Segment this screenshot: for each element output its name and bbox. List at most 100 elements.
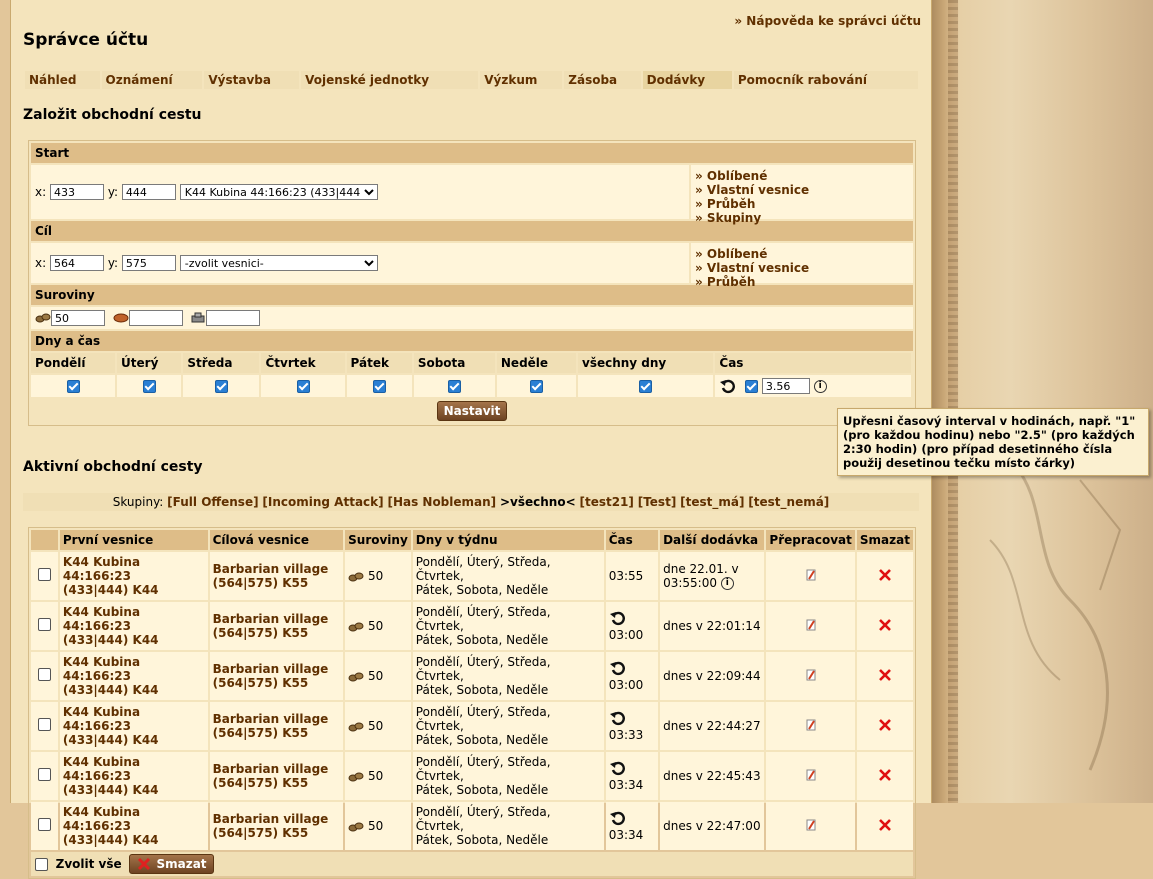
- edit-button[interactable]: [766, 802, 855, 850]
- start-village-select[interactable]: K44 Kubina 44:166:23 (433|444) K44: [179, 184, 378, 200]
- delete-icon: [879, 768, 891, 781]
- day-checkbox-0[interactable]: [66, 379, 80, 393]
- delete-button[interactable]: [856, 752, 913, 800]
- help-link[interactable]: » Nápověda ke správci účtu: [734, 14, 921, 28]
- edit-button[interactable]: [766, 552, 855, 600]
- clay-input[interactable]: [128, 310, 183, 326]
- column-header-0: První vesnice: [59, 530, 208, 550]
- edit-button[interactable]: [766, 702, 855, 750]
- interval-input[interactable]: [761, 378, 810, 394]
- info-icon[interactable]: i: [720, 577, 734, 590]
- to-village-link[interactable]: Barbarian village (564|575) K55: [209, 652, 344, 700]
- start-y-input[interactable]: [121, 184, 176, 200]
- target-village-select[interactable]: -zvolit vesnici-: [179, 255, 378, 271]
- row-checkbox[interactable]: [37, 618, 51, 631]
- row-checkbox[interactable]: [37, 818, 51, 831]
- table-row: K44 Kubina 44:166:23 (433|444) K44 Barbari…: [31, 652, 913, 700]
- target-link-0[interactable]: » Oblíbené: [695, 247, 909, 261]
- from-village-link[interactable]: K44 Kubina 44:166:23 (433|444) K44: [59, 802, 208, 850]
- delete-button[interactable]: [856, 552, 913, 600]
- iron-input[interactable]: [206, 310, 261, 326]
- delete-button[interactable]: [856, 802, 913, 850]
- group-item-6[interactable]: [test_má]: [680, 495, 744, 509]
- delete-button[interactable]: [856, 702, 913, 750]
- time-cell: 03:00: [605, 602, 659, 650]
- target-x-input[interactable]: [49, 255, 104, 271]
- select-all-checkbox[interactable]: [35, 857, 48, 871]
- group-item-2[interactable]: [Has Nobleman]: [387, 495, 496, 509]
- edit-button[interactable]: [766, 652, 855, 700]
- time-cell: 03:00: [605, 652, 659, 700]
- delete-icon: [879, 718, 891, 731]
- menu-item-3[interactable]: Vojenské jednotky: [301, 71, 479, 89]
- select-all-label: Zvolit vše: [55, 857, 122, 871]
- column-header-6: Přepracovat: [766, 530, 855, 550]
- wood-icon: [348, 622, 364, 631]
- iron-icon: [191, 312, 205, 323]
- days-cell: Pondělí, Úterý, Středa, Čtvrtek, Pátek, S…: [412, 802, 604, 850]
- start-link-1[interactable]: » Vlastní vesnice: [695, 183, 909, 197]
- repeat-icon: [609, 761, 625, 775]
- row-checkbox[interactable]: [37, 568, 51, 581]
- group-item-4[interactable]: [test21]: [579, 495, 633, 509]
- day-checkbox-4[interactable]: [372, 379, 386, 393]
- group-item-5[interactable]: [Test]: [638, 495, 677, 509]
- group-item-3: >všechno<: [499, 495, 576, 509]
- menu-item-4[interactable]: Výzkum: [480, 71, 563, 89]
- day-checkbox-3[interactable]: [296, 379, 310, 393]
- menu-item-0[interactable]: Náhled: [25, 71, 100, 89]
- row-checkbox[interactable]: [37, 768, 51, 781]
- menu-item-6[interactable]: Dodávky: [642, 71, 732, 89]
- edit-button[interactable]: [766, 602, 855, 650]
- delete-button[interactable]: [856, 602, 913, 650]
- from-village-link[interactable]: K44 Kubina 44:166:23 (433|444) K44: [59, 652, 208, 700]
- create-route-form: Start x: y: K44 Kubina 44:166:23 (433|44…: [28, 140, 916, 426]
- start-link-2[interactable]: » Průběh: [695, 197, 909, 211]
- target-y-input[interactable]: [121, 255, 176, 271]
- to-village-link[interactable]: Barbarian village (564|575) K55: [209, 552, 344, 600]
- menu-item-7[interactable]: Pomocník rabování: [733, 71, 918, 89]
- wood-input[interactable]: [51, 310, 105, 326]
- group-item-0[interactable]: [Full Offense]: [167, 495, 258, 509]
- day-checkbox-7[interactable]: [639, 379, 653, 393]
- delete-icon: [879, 818, 891, 831]
- to-village-link[interactable]: Barbarian village (564|575) K55: [209, 702, 344, 750]
- next-delivery-cell: dnes v 22:44:27: [660, 702, 765, 750]
- table-row: K44 Kubina 44:166:23 (433|444) K44 Barbari…: [31, 802, 913, 850]
- delete-icon: [879, 668, 891, 681]
- group-item-7[interactable]: [test_nemá]: [748, 495, 829, 509]
- info-icon[interactable]: i: [813, 379, 827, 393]
- day-checkbox-1[interactable]: [142, 379, 156, 393]
- from-village-link[interactable]: K44 Kubina 44:166:23 (433|444) K44: [59, 752, 208, 800]
- start-x-input[interactable]: [49, 184, 104, 200]
- table-row: K44 Kubina 44:166:23 (433|444) K44 Barbari…: [31, 552, 913, 600]
- nastavit-button[interactable]: Nastavit: [436, 401, 508, 421]
- to-village-link[interactable]: Barbarian village (564|575) K55: [209, 602, 344, 650]
- target-link-1[interactable]: » Vlastní vesnice: [695, 261, 909, 275]
- day-checkbox-6[interactable]: [529, 379, 543, 393]
- active-routes-heading: Aktivní obchodní cesty: [23, 459, 203, 475]
- start-link-3[interactable]: » Skupiny: [695, 211, 909, 225]
- edit-button[interactable]: [766, 752, 855, 800]
- day-checkbox-5[interactable]: [447, 379, 461, 393]
- from-village-link[interactable]: K44 Kubina 44:166:23 (433|444) K44: [59, 552, 208, 600]
- menu-item-2[interactable]: Výstavba: [204, 71, 300, 89]
- group-item-1[interactable]: [Incoming Attack]: [262, 495, 383, 509]
- to-village-link[interactable]: Barbarian village (564|575) K55: [209, 802, 344, 850]
- menu-item-5[interactable]: Zásoba: [564, 71, 641, 89]
- column-header-4: Čas: [605, 530, 659, 550]
- day-checkbox-2[interactable]: [214, 379, 228, 393]
- to-village-link[interactable]: Barbarian village (564|575) K55: [209, 752, 344, 800]
- row-checkbox[interactable]: [37, 718, 51, 731]
- interval-checkbox[interactable]: [745, 379, 759, 393]
- start-link-0[interactable]: » Oblíbené: [695, 169, 909, 183]
- from-village-link[interactable]: K44 Kubina 44:166:23 (433|444) K44: [59, 602, 208, 650]
- menu-item-1[interactable]: Oznámení: [101, 71, 203, 89]
- delete-button[interactable]: [856, 652, 913, 700]
- edit-icon: [806, 569, 816, 580]
- from-village-link[interactable]: K44 Kubina 44:166:23 (433|444) K44: [59, 702, 208, 750]
- row-checkbox[interactable]: [37, 668, 51, 681]
- repeat-icon: [609, 611, 625, 625]
- delete-selected-button[interactable]: Smazat: [129, 854, 214, 874]
- target-link-2[interactable]: » Průběh: [695, 275, 909, 289]
